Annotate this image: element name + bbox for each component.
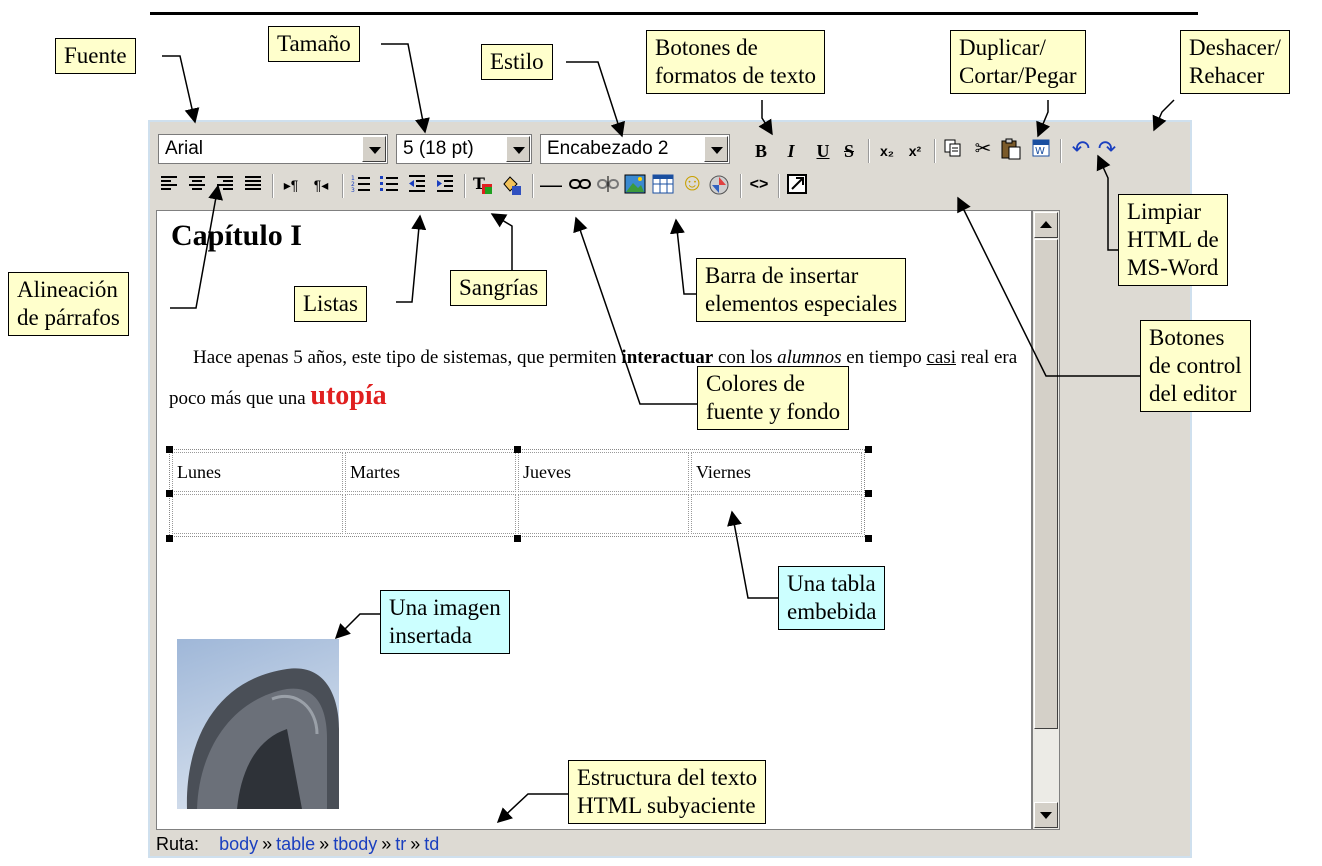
annotation-arrows xyxy=(162,43,1175,824)
callout-text: Barra de insertar xyxy=(705,263,859,288)
callout-text: Botones de xyxy=(655,35,758,60)
callout-text: Cortar/Pegar xyxy=(959,63,1077,88)
callout-sangrias: Sangrías xyxy=(450,270,548,306)
callout-text: Estilo xyxy=(490,49,544,74)
callout-duplicar: Duplicar/ Cortar/Pegar xyxy=(950,30,1086,94)
callout-text: insertada xyxy=(389,623,473,648)
callout-text: fuente y fondo xyxy=(706,399,841,424)
callout-botones-control: Botones de control del editor xyxy=(1140,320,1251,412)
callout-text: MS-Word xyxy=(1127,255,1219,280)
callout-colores: Colores de fuente y fondo xyxy=(697,366,850,430)
callout-text: Tamaño xyxy=(277,31,351,56)
callout-text: Limpiar xyxy=(1127,199,1202,224)
callout-text: Estructura del texto xyxy=(577,765,758,790)
callout-fuente: Fuente xyxy=(55,38,136,74)
callout-text: formatos de texto xyxy=(655,63,816,88)
callout-text: Colores de xyxy=(706,371,806,396)
callout-text: HTML subyaciente xyxy=(577,793,756,818)
callout-text: de control xyxy=(1149,353,1242,378)
callout-tabla: Una tabla embebida xyxy=(778,566,886,630)
callout-listas: Listas xyxy=(294,286,367,322)
callout-text: Deshacer/ xyxy=(1189,35,1281,60)
callout-alineacion: Alineación de párrafos xyxy=(8,272,129,336)
callout-deshacer: Deshacer/ Rehacer xyxy=(1180,30,1290,94)
callout-text: de párrafos xyxy=(17,305,120,330)
callout-estilo: Estilo xyxy=(481,44,553,80)
callout-text: del editor xyxy=(1149,381,1237,406)
callout-text: Alineación xyxy=(17,277,118,302)
callout-text: Listas xyxy=(303,291,358,316)
callout-text: elementos especiales xyxy=(705,291,898,316)
callout-text: Duplicar/ xyxy=(959,35,1046,60)
callout-barra-insertar: Barra de insertar elementos especiales xyxy=(696,258,907,322)
callout-text: Una imagen xyxy=(389,595,501,620)
callout-text: Botones xyxy=(1149,325,1225,350)
callout-text: HTML de xyxy=(1127,227,1219,252)
callout-botones-formato: Botones de formatos de texto xyxy=(646,30,825,94)
callout-limpiar: Limpiar HTML de MS-Word xyxy=(1118,194,1228,286)
callout-estructura: Estructura del texto HTML subyaciente xyxy=(568,760,767,824)
callout-text: Sangrías xyxy=(459,275,539,300)
callout-tamano: Tamaño xyxy=(268,26,360,62)
callout-text: Rehacer xyxy=(1189,63,1265,88)
callout-text: Fuente xyxy=(64,43,127,68)
callout-text: Una tabla xyxy=(787,571,876,596)
callout-imagen: Una imagen insertada xyxy=(380,590,510,654)
callout-text: embebida xyxy=(787,599,877,624)
